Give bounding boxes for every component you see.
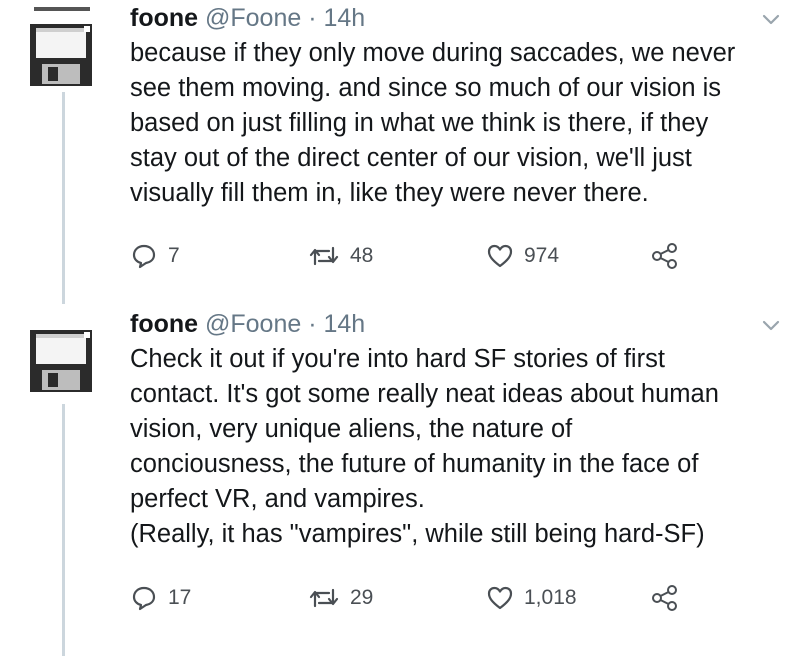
share-button[interactable] [650, 236, 680, 276]
retweet-count: 48 [350, 244, 374, 267]
tweet-text: because if they only move during saccade… [130, 36, 790, 211]
reply-count: 17 [168, 586, 192, 609]
tweet-text-line: because if they only move during saccade… [130, 39, 736, 67]
floppy-disk-icon[interactable] [28, 22, 94, 88]
chevron-down-icon[interactable] [760, 8, 782, 30]
like-count: 974 [524, 244, 560, 267]
timestamp[interactable]: 14h [324, 4, 366, 32]
tweet-text-line: (Really, it has "vampires", while still … [130, 520, 705, 548]
tweet[interactable]: foone @Foone · 14h because if they only … [0, 0, 800, 300]
display-name[interactable]: foone [130, 310, 198, 338]
user-handle[interactable]: @Foone [205, 4, 301, 32]
user-handle[interactable]: @Foone [205, 310, 301, 338]
retweet-icon [309, 588, 339, 608]
share-icon [652, 585, 677, 611]
share-icon [652, 243, 677, 269]
tweet-text-line: see them moving. and since so much of ou… [130, 74, 722, 102]
tweet-text-line: vision, very unique aliens, the nature o… [130, 415, 573, 443]
tweet-text-line: Check it out if you're into hard SF stor… [130, 345, 665, 373]
retweet-count: 29 [350, 586, 374, 609]
reply-count: 7 [168, 244, 180, 267]
like-count: 1,018 [524, 586, 577, 609]
tweet-header: foone @Foone · 14h [130, 2, 365, 34]
display-name[interactable]: foone [130, 4, 198, 32]
like-button[interactable]: 1,018 [486, 578, 577, 618]
tweet-text-line: stay out of the direct center of our vis… [130, 144, 692, 172]
reply-button[interactable]: 7 [130, 236, 180, 276]
tweet-text-line: based on just filling in what we think i… [130, 109, 709, 137]
retweet-button[interactable]: 48 [308, 236, 373, 276]
tweet-actions: 17 29 1,018 [130, 578, 730, 618]
tweet-text-line: conciousness, the future of humanity in … [130, 450, 699, 478]
floppy-disk-icon[interactable] [28, 328, 94, 394]
like-button[interactable]: 974 [486, 236, 559, 276]
tweet-text-line: contact. It's got some really neat ideas… [130, 380, 719, 408]
heart-icon [487, 244, 513, 268]
tweet-text-line: visually fill them in, like they were ne… [130, 179, 649, 207]
timestamp[interactable]: 14h [324, 310, 366, 338]
chevron-down-icon[interactable] [760, 314, 782, 336]
separator-dot: · [308, 310, 317, 338]
retweet-button[interactable]: 29 [308, 578, 373, 618]
tweet-text-line: perfect VR, and vampires. [130, 485, 425, 513]
tweet-text: Check it out if you're into hard SF stor… [130, 342, 790, 552]
heart-icon [487, 586, 513, 610]
retweet-icon [309, 246, 339, 266]
separator-dot: · [308, 4, 317, 32]
reply-icon [132, 244, 156, 269]
tweet-actions: 7 48 974 [130, 236, 730, 276]
tweet-header: foone @Foone · 14h [130, 308, 365, 340]
reply-icon [132, 586, 156, 611]
share-button[interactable] [650, 578, 680, 618]
tweet[interactable]: foone @Foone · 14h Check it out if you'r… [0, 306, 800, 636]
reply-button[interactable]: 17 [130, 578, 191, 618]
